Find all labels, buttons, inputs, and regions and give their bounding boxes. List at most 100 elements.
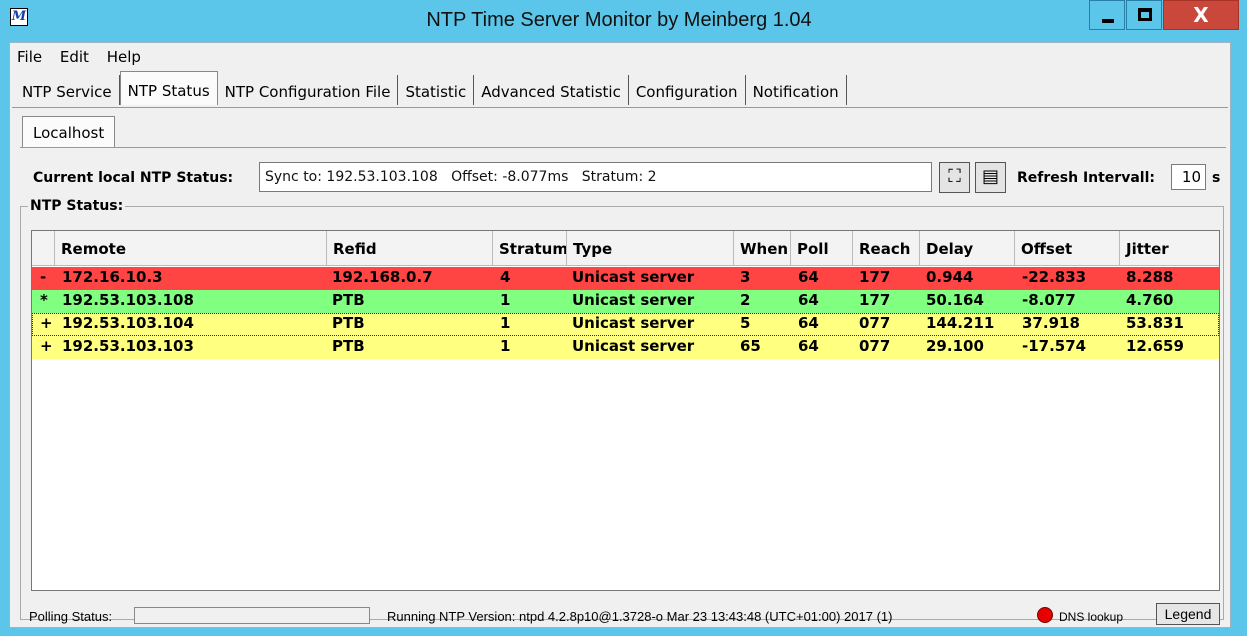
current-status-field[interactable]: Sync to: 192.53.103.108 Offset: -8.077ms…	[259, 162, 932, 192]
cell-jitter: 12.659	[1126, 337, 1184, 355]
cell-reach: 177	[859, 291, 891, 309]
cell-offset: -8.077	[1022, 291, 1076, 309]
cell-stratum: 1	[500, 337, 511, 355]
cell-offset: 37.918	[1022, 314, 1080, 332]
network-icon: ⛶	[948, 166, 961, 187]
tab-ntp-configuration-file[interactable]: NTP Configuration File	[217, 75, 399, 105]
polling-status-label: Polling Status:	[29, 609, 113, 624]
cell-flag: -	[40, 268, 47, 286]
subtab-divider	[20, 147, 1226, 148]
legend-button[interactable]: Legend	[1156, 603, 1220, 625]
printer-icon: ▤	[981, 166, 999, 187]
refresh-interval-unit: s	[1212, 170, 1221, 186]
status-bar: Polling Status: Running NTP Version: ntp…	[10, 591, 1232, 627]
print-button[interactable]: ▤	[975, 162, 1006, 193]
dns-status-icon	[1037, 607, 1053, 623]
table-row[interactable]: + 192.53.103.104 PTB 1 Unicast server 5 …	[32, 313, 1219, 336]
close-icon: X	[1193, 3, 1209, 27]
cell-reach: 077	[859, 314, 891, 332]
cell-reach: 177	[859, 268, 891, 286]
close-button[interactable]: X	[1163, 0, 1239, 30]
cell-when: 2	[740, 291, 751, 309]
ntp-version-text: Running NTP Version: ntpd 4.2.8p10@1.372…	[387, 609, 893, 624]
main-tabs: NTP Service NTP Status NTP Configuration…	[15, 71, 847, 105]
cell-when: 3	[740, 268, 751, 286]
cell-remote: 172.16.10.3	[62, 268, 163, 286]
tab-notification[interactable]: Notification	[745, 75, 847, 105]
minimize-button[interactable]	[1089, 0, 1125, 30]
header-delay[interactable]: Delay	[919, 231, 1014, 266]
header-reach[interactable]: Reach	[852, 231, 919, 266]
polling-progress-bar	[134, 607, 370, 624]
header-poll[interactable]: Poll	[790, 231, 852, 266]
current-status-label: Current local NTP Status:	[33, 170, 234, 186]
cell-jitter: 53.831	[1126, 314, 1184, 332]
menu-bar: File Edit Help	[10, 46, 147, 70]
cell-type: Unicast server	[572, 268, 695, 286]
cell-type: Unicast server	[572, 314, 695, 332]
peer-table[interactable]: Remote Refid Stratum Type When Poll Reac…	[31, 230, 1220, 591]
tabs-divider	[12, 107, 1228, 108]
header-type[interactable]: Type	[566, 231, 733, 266]
cell-stratum: 1	[500, 291, 511, 309]
minimize-icon	[1102, 19, 1114, 23]
menu-help[interactable]: Help	[100, 46, 147, 66]
header-remote[interactable]: Remote	[54, 231, 326, 266]
menu-file[interactable]: File	[10, 46, 48, 66]
cell-when: 65	[740, 337, 761, 355]
cell-remote: 192.53.103.103	[62, 337, 194, 355]
maximize-button[interactable]	[1126, 0, 1162, 30]
tab-ntp-service[interactable]: NTP Service	[15, 75, 120, 105]
cell-refid: PTB	[332, 291, 365, 309]
cell-refid: PTB	[332, 314, 365, 332]
cell-delay: 0.944	[926, 268, 974, 286]
cell-poll: 64	[798, 291, 819, 309]
tab-ntp-status[interactable]: NTP Status	[119, 71, 218, 105]
cell-flag: +	[40, 337, 53, 355]
tab-advanced-statistic[interactable]: Advanced Statistic	[474, 75, 629, 105]
client-area: File Edit Help NTP Service NTP Status NT…	[9, 42, 1231, 628]
cell-stratum: 1	[500, 314, 511, 332]
refresh-interval-input[interactable]: 10	[1171, 164, 1206, 190]
current-status-row: Current local NTP Status: Sync to: 192.5…	[30, 161, 1220, 193]
header-stratum[interactable]: Stratum	[492, 231, 568, 266]
cell-offset: -17.574	[1022, 337, 1087, 355]
cell-remote: 192.53.103.108	[62, 291, 194, 309]
cell-refid: 192.168.0.7	[332, 268, 433, 286]
window-title: NTP Time Server Monitor by Meinberg 1.04	[426, 9, 812, 31]
main-window: M NTP Time Server Monitor by Meinberg 1.…	[0, 0, 1239, 636]
cell-poll: 64	[798, 337, 819, 355]
ntp-status-group-title: NTP Status:	[28, 198, 126, 214]
header-offset[interactable]: Offset	[1014, 231, 1119, 266]
cell-type: Unicast server	[572, 291, 695, 309]
header-jitter[interactable]: Jitter	[1119, 231, 1219, 266]
title-bar[interactable]: M NTP Time Server Monitor by Meinberg 1.…	[0, 0, 1239, 42]
table-row[interactable]: * 192.53.103.108 PTB 1 Unicast server 2 …	[32, 290, 1219, 313]
cell-poll: 64	[798, 268, 819, 286]
tab-configuration[interactable]: Configuration	[628, 75, 746, 105]
menu-edit[interactable]: Edit	[53, 46, 95, 66]
cell-refid: PTB	[332, 337, 365, 355]
cell-flag: *	[40, 291, 48, 309]
cell-delay: 50.164	[926, 291, 984, 309]
cell-flag: +	[40, 314, 53, 332]
refresh-interval-label: Refresh Intervall:	[1017, 170, 1155, 186]
network-peers-button[interactable]: ⛶	[939, 162, 970, 193]
table-header: Remote Refid Stratum Type When Poll Reac…	[32, 231, 1219, 266]
table-row[interactable]: - 172.16.10.3 192.168.0.7 4 Unicast serv…	[32, 267, 1219, 290]
header-refid[interactable]: Refid	[326, 231, 492, 266]
cell-stratum: 4	[500, 268, 511, 286]
maximize-icon	[1138, 8, 1152, 21]
table-row[interactable]: + 192.53.103.103 PTB 1 Unicast server 65…	[32, 336, 1219, 359]
cell-when: 5	[740, 314, 751, 332]
cell-delay: 144.211	[926, 314, 995, 332]
cell-type: Unicast server	[572, 337, 695, 355]
cell-jitter: 8.288	[1126, 268, 1174, 286]
cell-poll: 64	[798, 314, 819, 332]
dns-lookup-label: DNS lookup	[1059, 610, 1124, 624]
tab-statistic[interactable]: Statistic	[398, 75, 475, 105]
header-flag[interactable]	[32, 231, 54, 266]
header-when[interactable]: When	[733, 231, 790, 266]
tab-localhost[interactable]: Localhost	[22, 116, 116, 148]
cell-delay: 29.100	[926, 337, 984, 355]
